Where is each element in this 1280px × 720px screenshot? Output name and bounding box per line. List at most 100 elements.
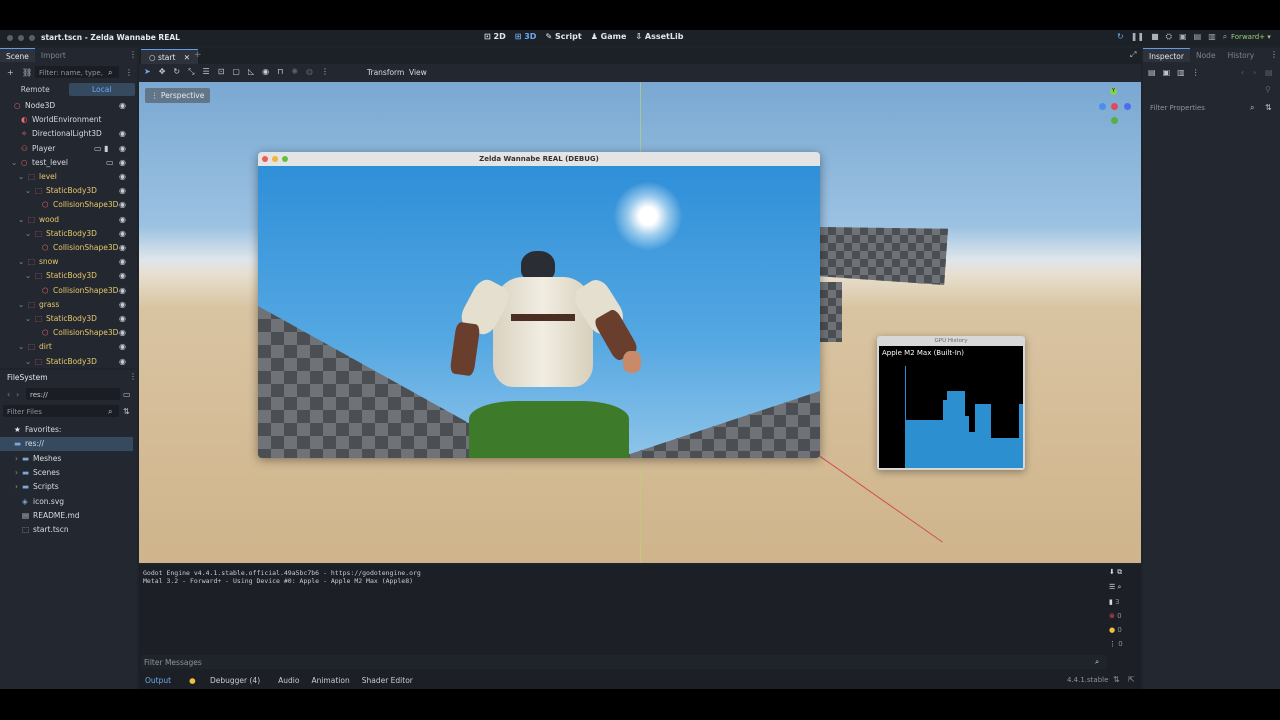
object-history-icon[interactable]: ▤ <box>1265 68 1273 77</box>
tab-shader-editor[interactable]: Shader Editor <box>356 673 419 689</box>
bottom-panel-expand-icon[interactable]: ⇱ <box>1128 675 1135 684</box>
expand-arrow-icon[interactable]: ⌄ <box>18 170 24 184</box>
mode-assetlib-button[interactable]: ⇩ AssetLib <box>635 32 683 41</box>
scene-node[interactable]: ⬡ CollisionShape3D ◉ <box>0 198 132 212</box>
scene-filter-input[interactable]: Filter: name, type, <box>35 66 119 78</box>
lock-icon[interactable]: ⊡ <box>218 67 225 77</box>
movie-maker-icon[interactable]: ▥ <box>1208 32 1216 42</box>
gizmo-z-icon[interactable] <box>1099 103 1106 110</box>
view-menu[interactable]: View <box>409 68 427 77</box>
view-gizmo[interactable]: Y <box>1094 88 1134 128</box>
scene-tab-start[interactable]: ○ start ✕ <box>141 49 199 64</box>
tab-inspector[interactable]: Inspector <box>1143 48 1190 62</box>
expand-arrow-icon[interactable]: › <box>15 466 18 480</box>
expand-arrow-icon[interactable]: ⌄ <box>25 227 31 241</box>
resource-menu-icon[interactable]: ⋮ <box>1192 68 1200 77</box>
gizmo-x-icon[interactable] <box>1111 103 1118 110</box>
move-tool-icon[interactable]: ✥ <box>159 67 166 77</box>
file-item[interactable]: › ▬ Meshes <box>0 452 133 466</box>
scene-node[interactable]: ⌄ ⬚ wood ◉ <box>0 213 132 227</box>
scene-node[interactable]: ◐ WorldEnvironment <box>0 113 132 127</box>
visibility-icon[interactable]: ◉ <box>119 213 126 227</box>
instance-icon[interactable]: ▭ ▮ <box>94 142 109 156</box>
select-tool-icon[interactable]: ➤ <box>144 67 151 77</box>
scene-node[interactable]: ⬡ CollisionShape3D ◉ <box>0 284 132 298</box>
add-tab-icon[interactable]: + <box>194 50 202 60</box>
local-button[interactable]: Local <box>68 83 135 96</box>
file-item[interactable]: ◈ icon.svg <box>0 495 133 509</box>
tab-audio[interactable]: Audio <box>272 673 305 689</box>
3d-viewport[interactable]: ⋮ Perspective Y Zelda Wannabe REAL (DEBU… <box>139 82 1141 563</box>
save-resource-icon[interactable]: ▥ <box>1177 68 1185 77</box>
error-count[interactable]: ⊗ 0 <box>1109 612 1122 620</box>
file-item[interactable]: › ▬ Scripts <box>0 480 133 494</box>
scene-node[interactable]: ⌄ ⬚ StaticBody3D ◉ <box>0 227 132 241</box>
minimize-window-icon[interactable] <box>272 156 278 162</box>
tab-import[interactable]: Import <box>35 48 72 62</box>
scene-node[interactable]: ⌄ ⬚ StaticBody3D ◉ <box>0 355 132 368</box>
play-scene-icon[interactable]: ▣ <box>1179 32 1187 42</box>
remote-button[interactable]: Remote <box>2 83 69 96</box>
visibility-icon[interactable]: ◉ <box>119 355 126 368</box>
pin-icon[interactable]: ⬇ ⧉ <box>1109 568 1122 577</box>
visibility-icon[interactable]: ◉ <box>119 312 126 326</box>
visibility-icon[interactable]: ◉ <box>119 340 126 354</box>
visibility-icon[interactable]: ◉ <box>119 326 126 340</box>
gpu-history-window[interactable]: GPU History Apple M2 Max (Built-In) <box>877 336 1025 470</box>
filesystem-menu-icon[interactable]: ⋮ <box>129 372 137 381</box>
zoom-window-icon[interactable] <box>29 35 35 41</box>
perspective-menu[interactable]: ⋮ Perspective <box>145 88 211 103</box>
visibility-icon[interactable]: ◉ <box>119 241 126 255</box>
sun-preview-icon[interactable]: ✺ <box>291 67 298 77</box>
close-window-icon[interactable] <box>262 156 268 162</box>
scene-node[interactable]: ⬡ CollisionShape3D ◉ <box>0 326 132 340</box>
visibility-icon[interactable]: ◉ <box>119 170 126 184</box>
scene-node[interactable]: ⌄ ⬚ StaticBody3D ◉ <box>0 269 132 283</box>
mode-3d-button[interactable]: ⊞ 3D <box>515 32 537 41</box>
dock-menu-icon[interactable]: ⋮ <box>129 50 137 59</box>
scale-tool-icon[interactable]: ⤡ <box>188 67 194 77</box>
zoom-icon[interactable]: ⌕ <box>1223 32 1227 42</box>
expand-arrow-icon[interactable]: ⌄ <box>18 340 24 354</box>
search-node-icon[interactable]: ⚲ <box>1265 85 1271 94</box>
ruler-icon[interactable]: ◺ <box>248 67 254 77</box>
toolbar-menu-icon[interactable]: ⋮ <box>321 67 329 77</box>
load-resource-icon[interactable]: ▣ <box>1163 68 1171 77</box>
filesystem-filter-input[interactable]: Filter Files <box>3 405 119 417</box>
expand-arrow-icon[interactable]: ⌄ <box>11 156 17 170</box>
expand-arrow-icon[interactable]: › <box>15 452 18 466</box>
close-tab-icon[interactable]: ✕ <box>184 53 190 62</box>
history-back-icon[interactable]: ‹ <box>1241 68 1244 77</box>
tab-scene[interactable]: Scene <box>0 48 35 62</box>
visibility-icon[interactable]: ◉ <box>119 99 126 113</box>
inspector-menu-icon[interactable]: ⋮ <box>1270 50 1278 59</box>
pause-icon[interactable]: ❚❚ <box>1131 32 1144 42</box>
visibility-icon[interactable]: ◉ <box>119 284 126 298</box>
scene-node[interactable]: ✧ DirectionalLight3D ◉ <box>0 127 132 141</box>
minimize-window-icon[interactable] <box>18 35 24 41</box>
scene-node[interactable]: ⌄ ○ test_level ◉ ▭ <box>0 156 132 170</box>
file-item[interactable]: › ▬ Scenes <box>0 466 133 480</box>
game-render[interactable] <box>258 166 820 458</box>
expand-arrow-icon[interactable]: ⌄ <box>25 312 31 326</box>
environment-preview-icon[interactable]: ◍ <box>306 67 313 77</box>
list-select-icon[interactable]: ☰ <box>203 67 210 77</box>
scene-node[interactable]: ⌄ ⬚ grass ◉ <box>0 298 132 312</box>
rotate-tool-icon[interactable]: ↻ <box>173 67 180 77</box>
property-options-icon[interactable]: ⇅ <box>1265 103 1272 112</box>
forward-icon[interactable]: › <box>16 390 19 399</box>
tab-debugger[interactable]: ● Debugger (4) <box>177 673 272 689</box>
instance-icon[interactable]: ▭ <box>106 156 114 170</box>
add-node-icon[interactable]: + <box>7 68 14 77</box>
scene-node[interactable]: ⬡ CollisionShape3D ◉ <box>0 241 132 255</box>
scene-node[interactable]: ⌄ ⬚ StaticBody3D ◉ <box>0 184 132 198</box>
close-window-icon[interactable] <box>7 35 13 41</box>
tab-output[interactable]: Output <box>139 673 177 689</box>
file-item[interactable]: ▤ README.md <box>0 509 133 523</box>
visibility-icon[interactable]: ◉ <box>119 156 126 170</box>
wrap-icon[interactable]: ☰ ⌕ <box>1109 583 1121 592</box>
file-item[interactable]: ★ Favorites: <box>0 423 133 437</box>
tab-node[interactable]: Node <box>1190 48 1222 62</box>
file-item[interactable]: ⬚ start.tscn <box>0 523 133 537</box>
scene-node[interactable]: ⌄ ⬚ StaticBody3D ◉ <box>0 312 132 326</box>
